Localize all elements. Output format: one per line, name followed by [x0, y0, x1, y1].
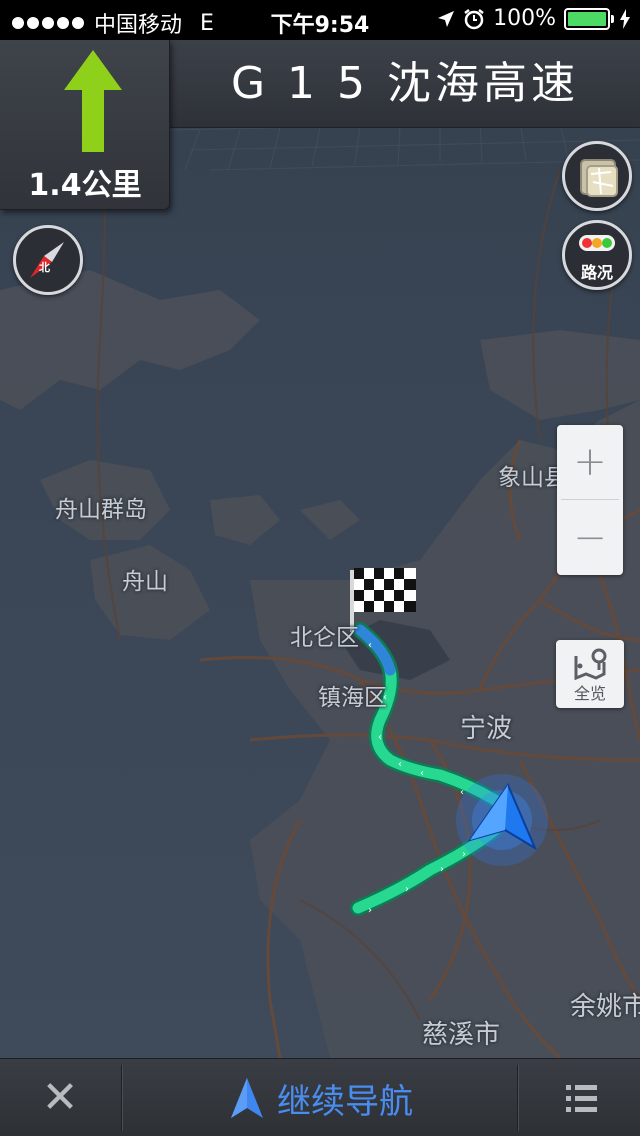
svg-text:›: ›: [405, 884, 409, 895]
traffic-button[interactable]: 路况: [562, 220, 632, 290]
navigation-arrow-icon: [231, 1078, 263, 1118]
map-label-zhoushan: 舟山: [122, 569, 168, 595]
compass-icon: 北: [30, 242, 64, 278]
map-label-ningbo: 宁波: [460, 714, 513, 744]
straight-arrow-icon: [64, 50, 122, 152]
bottom-bar: ✕ 继续导航: [0, 1058, 640, 1136]
continue-navigation-label: 继续导航: [277, 1081, 413, 1122]
map-label-cixi: 慈溪市: [422, 1020, 501, 1050]
map-label-yuyao: 余姚市: [570, 992, 640, 1022]
map-label-zhenhai: 镇海区: [318, 685, 387, 711]
turn-distance: 1.4公里: [28, 168, 142, 203]
svg-text:›: ›: [440, 864, 444, 875]
zoom-out-button[interactable]: −: [557, 501, 623, 575]
route-overview-label: 全览: [573, 684, 606, 703]
zoom-divider: [561, 499, 619, 500]
turn-panel[interactable]: 1.4公里: [0, 40, 170, 210]
svg-text:›: ›: [368, 905, 372, 916]
svg-text:北: 北: [39, 260, 50, 274]
zoom-control: + −: [557, 425, 623, 575]
svg-text:‹: ‹: [398, 759, 402, 770]
continue-navigation-button[interactable]: 继续导航: [124, 1059, 518, 1136]
svg-text:‹: ‹: [420, 768, 424, 779]
status-bar: 中国移动 E 下午9:54 100%: [0, 0, 640, 40]
route-overview-button[interactable]: 全览: [556, 640, 624, 708]
list-icon: [566, 1085, 597, 1112]
map-layers-button[interactable]: [562, 141, 632, 211]
svg-text:‹: ‹: [378, 732, 382, 743]
map-layers-icon: [580, 159, 618, 197]
svg-text:‹: ‹: [368, 640, 372, 651]
battery-percent: 100%: [493, 6, 556, 31]
compass-button[interactable]: 北: [13, 225, 83, 295]
road-name: G 1 5 沈海高速: [230, 58, 580, 109]
close-navigation-button[interactable]: ✕: [0, 1059, 120, 1136]
zoom-in-button[interactable]: +: [557, 425, 623, 499]
map-label-beilun: 北仑区: [290, 625, 359, 651]
alarm-icon: [464, 8, 484, 29]
status-right: 100%: [437, 6, 630, 31]
traffic-label: 路况: [580, 263, 613, 282]
map-label-zhoushan-islands: 舟山群岛: [55, 497, 147, 523]
charging-icon: [620, 8, 630, 29]
svg-text:›: ›: [462, 849, 466, 860]
route-list-button[interactable]: [522, 1059, 640, 1136]
route-overview-icon: [574, 648, 607, 681]
traffic-light-icon: [579, 235, 615, 251]
bottom-divider-left: [121, 1065, 123, 1131]
location-arrow-icon: [438, 10, 455, 27]
bottom-divider-right: [517, 1065, 519, 1131]
battery-icon: [564, 7, 614, 30]
